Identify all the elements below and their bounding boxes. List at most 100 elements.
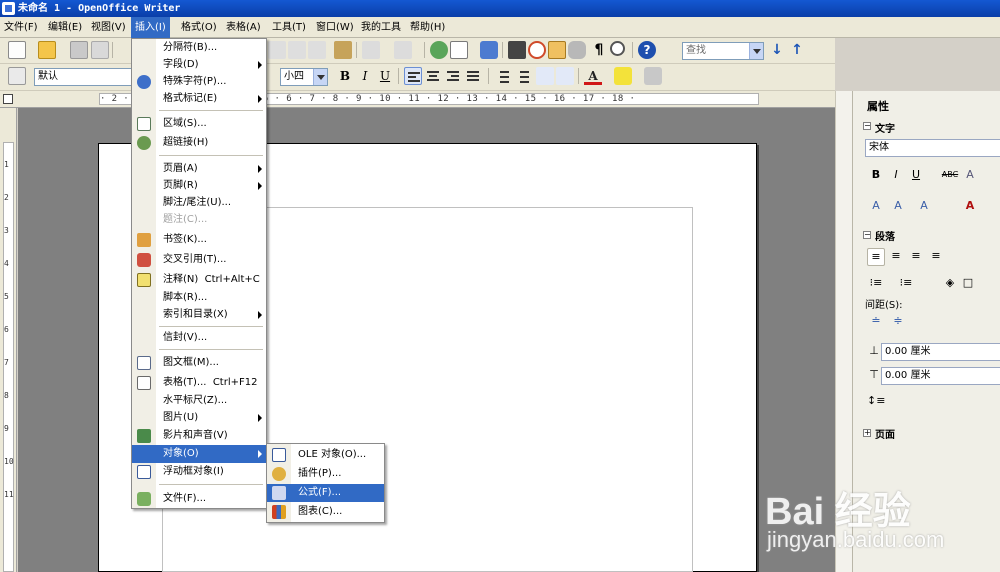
navigator-icon[interactable] <box>430 41 448 59</box>
paragraph-background-icon[interactable]: ◈ <box>941 275 959 293</box>
gallery-icon[interactable] <box>548 41 566 59</box>
format-paintbrush-icon[interactable] <box>334 41 352 59</box>
strikethrough-icon[interactable]: ABC <box>941 167 959 185</box>
sidebar-align-right-icon[interactable]: ≡ <box>907 248 925 266</box>
tab-stop-icon[interactable] <box>3 94 13 104</box>
sidebar-font-color-icon[interactable]: A <box>961 198 979 216</box>
shadow-text-icon[interactable]: A <box>961 167 979 185</box>
menu-tools[interactable]: 工具(T) <box>268 17 310 38</box>
menu-window[interactable]: 窗口(W) <box>312 17 358 38</box>
border-icon[interactable]: □ <box>959 275 977 293</box>
menu-item-break[interactable]: 分隔符(B)... <box>132 39 266 57</box>
redo-icon[interactable] <box>394 41 412 59</box>
below-spacing-input[interactable]: 0.00 厘米 <box>881 367 1000 385</box>
menu-item-ole-object[interactable]: OLE 对象(O)... <box>267 446 384 464</box>
menu-item-indexes[interactable]: 索引和目录(X) <box>132 306 266 324</box>
character-spacing-icon[interactable]: A <box>915 198 933 216</box>
increase-spacing-icon[interactable]: ≐ <box>867 313 885 331</box>
find-dropdown-icon[interactable] <box>749 43 763 59</box>
open-folder-icon[interactable] <box>38 41 56 59</box>
menu-item-movie-sound[interactable]: 影片和声音(V) <box>132 427 266 445</box>
menu-item-script[interactable]: 脚本(R)... <box>132 289 266 307</box>
menu-item-formatting-mark[interactable]: 格式标记(E) <box>132 90 266 108</box>
numbering-icon[interactable] <box>494 67 512 85</box>
menu-item-bookmark[interactable]: 书签(K)... <box>132 231 266 249</box>
highlight-icon[interactable] <box>614 67 632 85</box>
help-icon[interactable]: ? <box>638 41 656 59</box>
menu-item-hyperlink[interactable]: 超链接(H) <box>132 134 266 152</box>
sidebar-bold-button[interactable]: B <box>867 167 885 185</box>
menu-item-horizontal-line[interactable]: 水平标尺(Z)... <box>132 392 266 410</box>
sidebar-numbering-icon[interactable]: ⁝≡ <box>897 275 915 293</box>
zoom-icon[interactable] <box>610 41 625 56</box>
menu-file[interactable]: 文件(F) <box>0 17 42 38</box>
collapse-text-icon[interactable]: − <box>863 122 871 130</box>
menu-view[interactable]: 视图(V) <box>87 17 130 38</box>
bold-button[interactable]: B <box>336 67 354 85</box>
menu-item-picture[interactable]: 图片(U) <box>132 409 266 427</box>
menu-item-special-character[interactable]: 特殊字符(P)... <box>132 73 266 91</box>
sidebar-italic-button[interactable]: I <box>887 167 905 185</box>
draw-icon[interactable] <box>480 41 498 59</box>
font-size-select[interactable]: 小四 <box>280 68 328 86</box>
decrease-indent-icon[interactable] <box>536 67 554 85</box>
menu-item-file[interactable]: 文件(F)... <box>132 490 266 508</box>
collapse-paragraph-icon[interactable]: − <box>863 231 871 239</box>
table-icon[interactable] <box>450 41 468 59</box>
save-icon[interactable] <box>70 41 88 59</box>
cut-icon[interactable] <box>268 41 286 59</box>
sidebar-underline-button[interactable]: U <box>907 167 925 185</box>
align-left-icon[interactable] <box>404 67 422 85</box>
align-center-icon[interactable] <box>424 67 442 85</box>
find-next-icon[interactable]: ↓ <box>768 41 786 59</box>
styles-icon[interactable] <box>8 67 26 85</box>
vertical-ruler-track[interactable] <box>3 142 14 572</box>
menu-item-fields[interactable]: 字段(D) <box>132 56 266 74</box>
email-icon[interactable] <box>91 41 109 59</box>
background-color-icon[interactable] <box>644 67 662 85</box>
menu-table[interactable]: 表格(A) <box>222 17 265 38</box>
menu-item-header[interactable]: 页眉(A) <box>132 160 266 178</box>
menu-item-cross-reference[interactable]: 交叉引用(T)... <box>132 251 266 269</box>
menu-edit[interactable]: 编辑(E) <box>44 17 86 38</box>
find-input[interactable]: 查找 <box>682 42 764 60</box>
sidebar-align-left-icon[interactable]: ≡ <box>867 248 885 266</box>
new-document-icon[interactable] <box>8 41 26 59</box>
justify-icon[interactable] <box>464 67 482 85</box>
copy-icon[interactable] <box>288 41 306 59</box>
paragraph-style-select[interactable]: 默认 <box>34 68 132 86</box>
database-icon[interactable] <box>568 41 586 59</box>
expand-page-icon[interactable]: + <box>863 429 871 437</box>
navigator-compass-icon[interactable] <box>528 41 546 59</box>
sidebar-justify-icon[interactable]: ≡ <box>927 248 945 266</box>
menu-item-chart[interactable]: 图表(C)... <box>267 503 384 521</box>
shrink-font-icon[interactable]: A <box>889 198 907 216</box>
font-color-icon[interactable]: A <box>584 67 602 85</box>
align-right-icon[interactable] <box>444 67 462 85</box>
menu-item-footer[interactable]: 页脚(R) <box>132 177 266 195</box>
menu-item-comment[interactable]: 注释(N) Ctrl+Alt+C <box>132 271 266 289</box>
pilcrow-icon[interactable]: ¶ <box>590 41 608 59</box>
menu-item-envelope[interactable]: 信封(V)... <box>132 329 266 347</box>
above-spacing-input[interactable]: 0.00 厘米 <box>881 343 1000 361</box>
menu-item-formula[interactable]: 公式(F)... <box>267 484 384 502</box>
menu-my-tools[interactable]: 我的工具 <box>357 17 405 38</box>
italic-button[interactable]: I <box>356 67 374 85</box>
menu-item-floating-frame[interactable]: 浮动框对象(I) <box>132 463 266 481</box>
menu-item-frame[interactable]: 图文框(M)... <box>132 354 266 372</box>
sidebar-font-name[interactable]: 宋体 <box>865 139 1000 157</box>
paste-icon[interactable] <box>308 41 326 59</box>
undo-icon[interactable] <box>362 41 380 59</box>
menu-insert[interactable]: 插入(I) <box>131 17 170 38</box>
line-spacing-icon[interactable]: ↕≡ <box>867 393 885 411</box>
menu-format[interactable]: 格式(O) <box>177 17 221 38</box>
underline-button[interactable]: U <box>376 67 394 85</box>
find-previous-icon[interactable]: ↑ <box>788 41 806 59</box>
find-replace-icon[interactable] <box>508 41 526 59</box>
menu-help[interactable]: 帮助(H) <box>406 17 449 38</box>
decrease-spacing-icon[interactable]: ≑ <box>889 313 907 331</box>
sidebar-align-center-icon[interactable]: ≡ <box>887 248 905 266</box>
menu-item-object[interactable]: 对象(O) <box>132 445 266 463</box>
grow-font-icon[interactable]: A <box>867 198 885 216</box>
bullets-icon[interactable] <box>514 67 532 85</box>
